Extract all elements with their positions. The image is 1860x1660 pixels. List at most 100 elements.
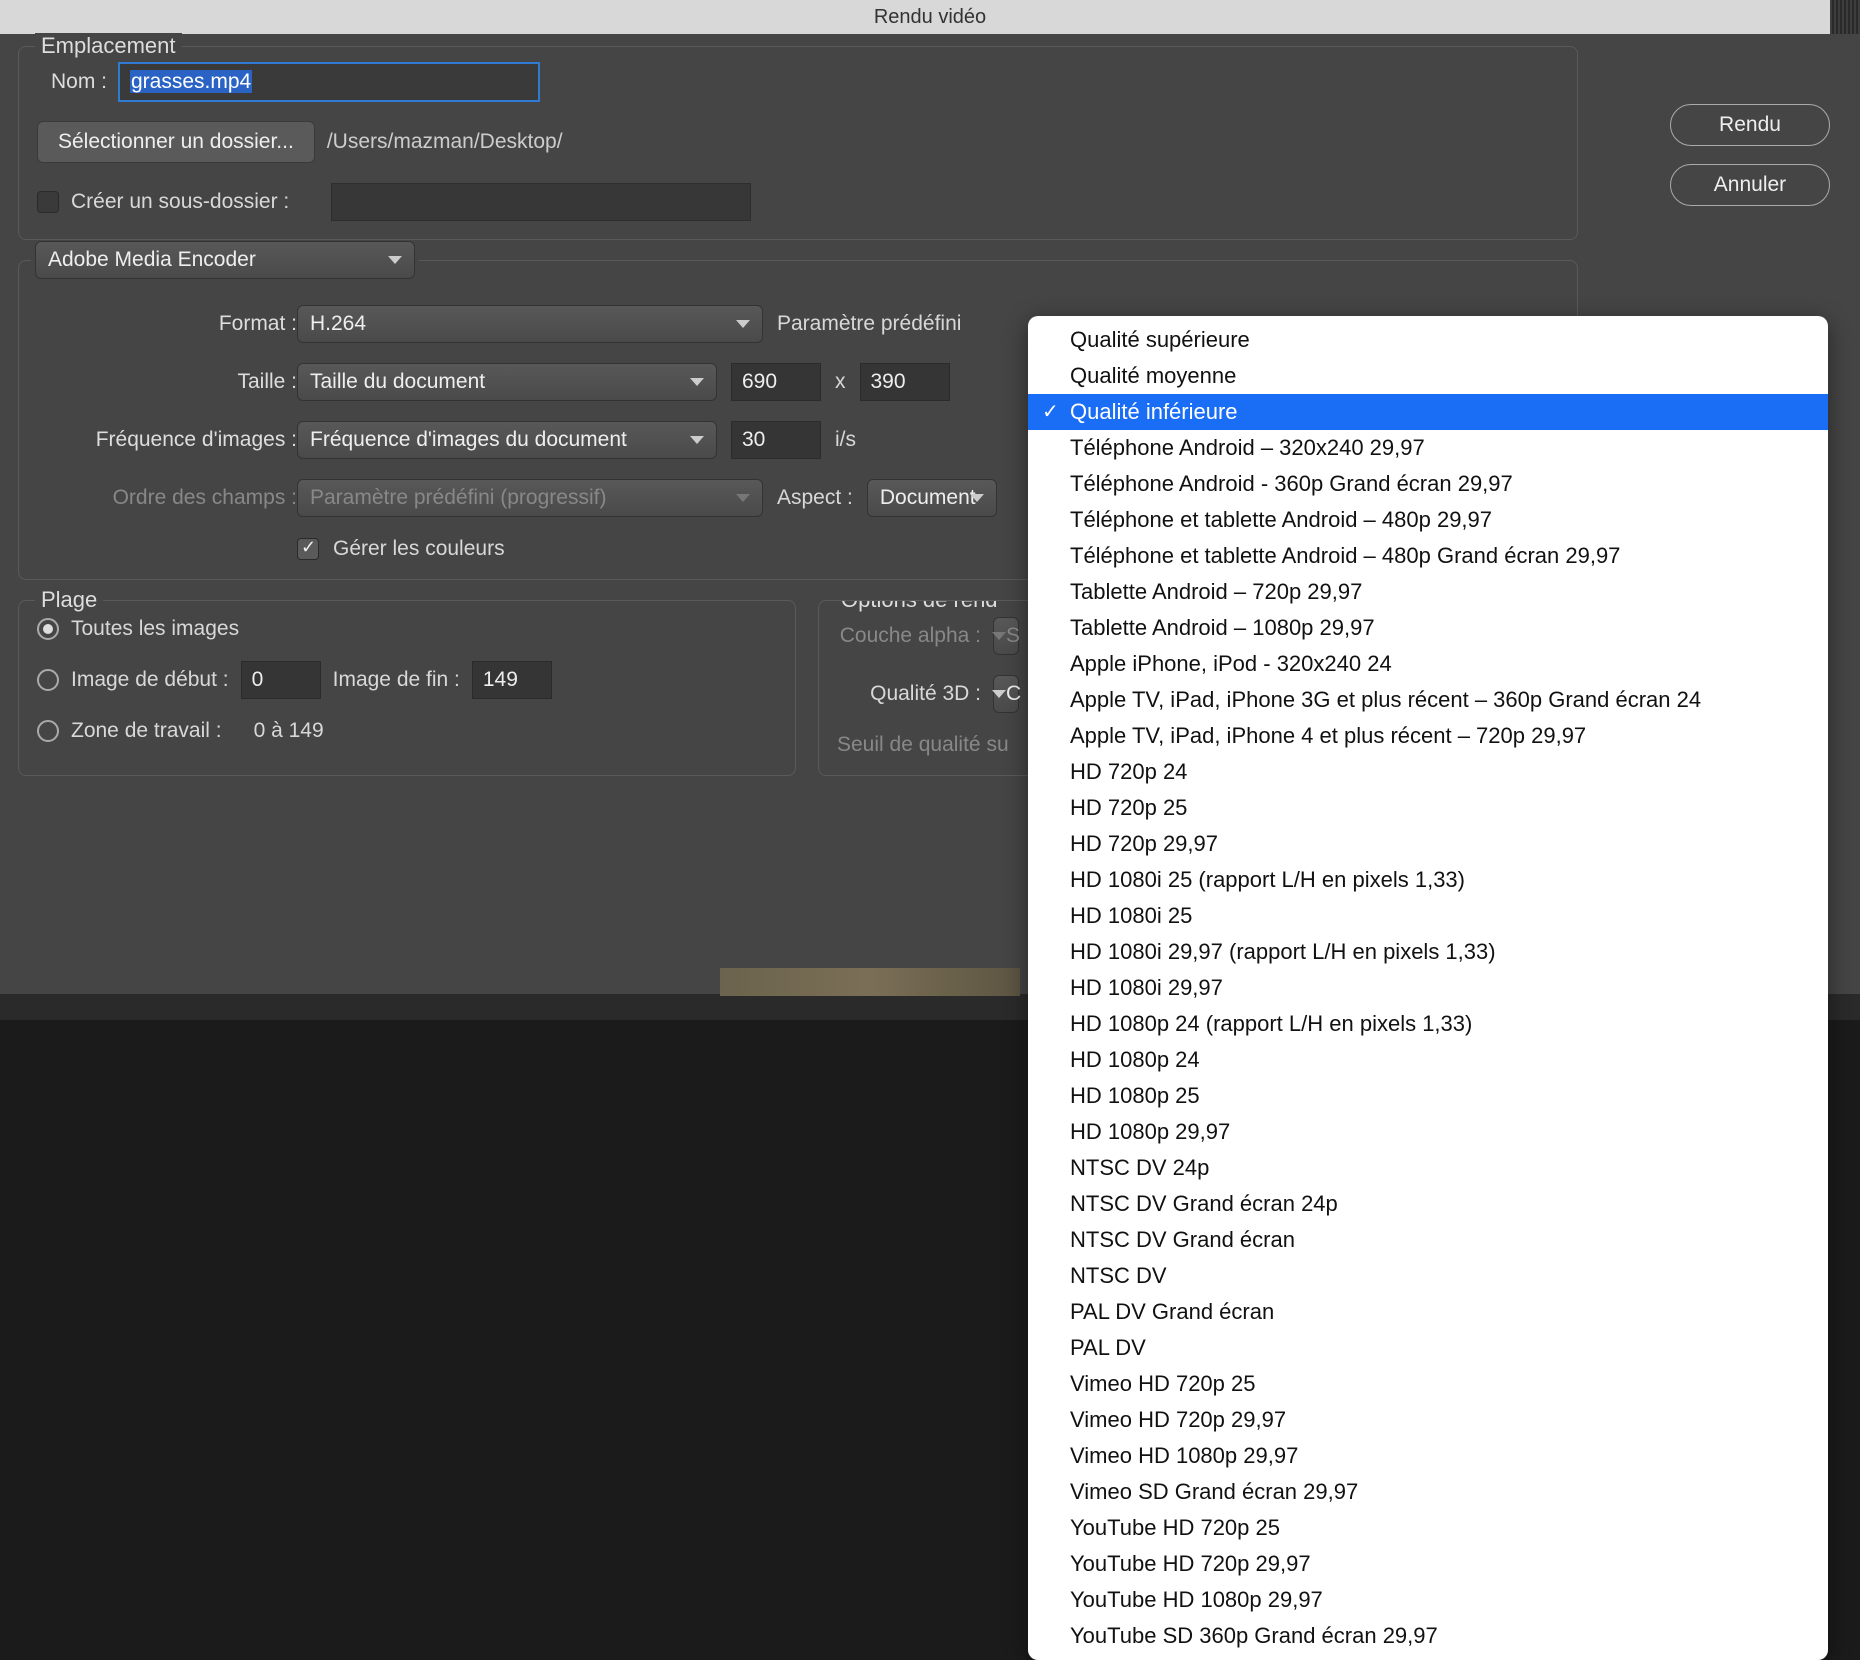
preset-option-label: Vimeo SD Grand écran 29,97 — [1070, 1476, 1358, 1508]
preset-option-label: PAL DV — [1070, 1332, 1146, 1364]
preset-option[interactable]: HD 1080p 25 — [1028, 1078, 1828, 1114]
format-label: Format : — [37, 312, 297, 336]
end-frame-label: Image de fin : — [333, 668, 460, 692]
preset-option[interactable]: Tablette Android – 1080p 29,97 — [1028, 610, 1828, 646]
fps-unit: i/s — [835, 428, 856, 452]
preset-option[interactable]: Vimeo HD 1080p 29,97 — [1028, 1438, 1828, 1474]
preset-option[interactable]: PAL DV Grand écran — [1028, 1294, 1828, 1330]
preset-option-label: YouTube HD 720p 29,97 — [1070, 1548, 1311, 1580]
preset-option-label: Qualité supérieure — [1070, 324, 1250, 356]
preset-option-label: Tablette Android – 1080p 29,97 — [1070, 612, 1375, 644]
preset-option-label: Téléphone et tablette Android – 480p 29,… — [1070, 504, 1492, 536]
preset-option[interactable]: HD 1080p 24 (rapport L/H en pixels 1,33) — [1028, 1006, 1828, 1042]
preset-option-label: Apple iPhone, iPod - 320x240 24 — [1070, 648, 1392, 680]
fieldorder-label: Ordre des champs : — [37, 486, 297, 510]
preset-option-label: YouTube HD 1080p 29,97 — [1070, 1584, 1323, 1616]
preset-option-label: Téléphone et tablette Android – 480p Gra… — [1070, 540, 1620, 572]
location-fieldset: Emplacement Nom : grasses.mp4 Sélectionn… — [18, 46, 1578, 240]
create-subfolder-checkbox[interactable] — [37, 191, 59, 213]
preset-option[interactable]: Apple iPhone, iPod - 320x240 24 — [1028, 646, 1828, 682]
format-select[interactable]: H.264 — [297, 305, 763, 343]
preset-option-label: Qualité inférieure — [1070, 396, 1238, 428]
preset-option[interactable]: NTSC DV Grand écran — [1028, 1222, 1828, 1258]
fieldorder-select: Paramètre prédéfini (progressif) — [297, 479, 763, 517]
range-legend: Plage — [35, 587, 103, 613]
background-image-strip — [720, 968, 1020, 996]
preset-option[interactable]: HD 720p 25 — [1028, 790, 1828, 826]
preset-option-label: YouTube SD 360p Grand écran 29,97 — [1070, 1620, 1438, 1652]
preset-option[interactable]: YouTube HD 720p 25 — [1028, 1510, 1828, 1546]
preset-option[interactable]: HD 1080i 29,97 (rapport L/H en pixels 1,… — [1028, 934, 1828, 970]
end-frame-input[interactable]: 149 — [472, 661, 552, 699]
preset-option-label: Apple TV, iPad, iPhone 4 et plus récent … — [1070, 720, 1586, 752]
preset-option[interactable]: YouTube HD 720p 29,97 — [1028, 1546, 1828, 1582]
start-frame-input[interactable]: 0 — [241, 661, 321, 699]
select-folder-button[interactable]: Sélectionner un dossier... — [37, 121, 315, 163]
threshold-label: Seuil de qualité su — [837, 733, 1009, 757]
height-input[interactable]: 390 — [860, 363, 950, 401]
preset-option[interactable]: Téléphone et tablette Android – 480p 29,… — [1028, 502, 1828, 538]
preset-option-label: HD 1080i 25 — [1070, 900, 1192, 932]
preset-option[interactable]: Vimeo SD Grand écran 29,97 — [1028, 1474, 1828, 1510]
preset-option[interactable]: HD 1080p 29,97 — [1028, 1114, 1828, 1150]
preset-option[interactable]: Qualité supérieure — [1028, 322, 1828, 358]
manage-colors-label: Gérer les couleurs — [333, 537, 505, 561]
preset-option[interactable]: NTSC DV 24p — [1028, 1150, 1828, 1186]
output-path: /Users/mazman/Desktop/ — [327, 130, 563, 154]
preset-option[interactable]: ✓Qualité inférieure — [1028, 394, 1828, 430]
aspect-label: Aspect : — [777, 486, 853, 510]
preset-option[interactable]: Téléphone Android – 320x240 29,97 — [1028, 430, 1828, 466]
preset-option[interactable]: Vimeo HD 720p 29,97 — [1028, 1402, 1828, 1438]
size-select[interactable]: Taille du document — [297, 363, 717, 401]
preset-option[interactable]: HD 1080p 24 — [1028, 1042, 1828, 1078]
preset-option-label: Téléphone Android – 320x240 29,97 — [1070, 432, 1425, 464]
preset-option-label: Tablette Android – 720p 29,97 — [1070, 576, 1362, 608]
preset-option[interactable]: Qualité moyenne — [1028, 358, 1828, 394]
window-edge-decoration — [1830, 0, 1860, 38]
preset-option[interactable]: Téléphone et tablette Android – 480p Gra… — [1028, 538, 1828, 574]
preset-option[interactable]: HD 1080i 29,97 — [1028, 970, 1828, 1006]
filename-input[interactable]: grasses.mp4 — [119, 63, 539, 101]
preset-option-label: YouTube HD 720p 25 — [1070, 1512, 1280, 1544]
preset-option[interactable]: NTSC DV — [1028, 1258, 1828, 1294]
preset-option-label: HD 1080i 29,97 (rapport L/H en pixels 1,… — [1070, 936, 1496, 968]
range-fieldset: Plage Toutes les images Image de début :… — [18, 600, 796, 776]
encoder-select[interactable]: Adobe Media Encoder — [35, 241, 415, 279]
render-options-legend: Options de rend — [835, 600, 1004, 613]
preset-option[interactable]: HD 720p 29,97 — [1028, 826, 1828, 862]
preset-option[interactable]: Apple TV, iPad, iPhone 3G et plus récent… — [1028, 682, 1828, 718]
manage-colors-checkbox[interactable] — [297, 538, 319, 560]
preset-option-label: HD 1080p 29,97 — [1070, 1116, 1230, 1148]
preset-option[interactable]: Apple TV, iPad, iPhone 4 et plus récent … — [1028, 718, 1828, 754]
preset-option[interactable]: NTSC DV Grand écran 24p — [1028, 1186, 1828, 1222]
preset-option[interactable]: YouTube HD 1080p 29,97 — [1028, 1582, 1828, 1618]
width-input[interactable]: 690 — [731, 363, 821, 401]
preset-option-label: Téléphone Android - 360p Grand écran 29,… — [1070, 468, 1513, 500]
all-frames-radio[interactable] — [37, 618, 59, 640]
fps-input[interactable]: 30 — [731, 421, 821, 459]
preset-option[interactable]: HD 1080i 25 — [1028, 898, 1828, 934]
quality3d-select[interactable]: C — [993, 675, 1019, 713]
preset-option[interactable]: HD 1080i 25 (rapport L/H en pixels 1,33) — [1028, 862, 1828, 898]
preset-option-label: HD 1080i 29,97 — [1070, 972, 1223, 1004]
preset-dropdown-menu[interactable]: Qualité supérieure Qualité moyenne✓Qualit… — [1028, 316, 1828, 1660]
workarea-radio[interactable] — [37, 720, 59, 742]
preset-option[interactable]: Tablette Android – 720p 29,97 — [1028, 574, 1828, 610]
preset-option[interactable]: Téléphone Android - 360p Grand écran 29,… — [1028, 466, 1828, 502]
preset-option[interactable]: YouTube SD 360p Grand écran 29,97 — [1028, 1618, 1828, 1654]
subfolder-input[interactable] — [331, 183, 751, 221]
preset-option-label: Qualité moyenne — [1070, 360, 1236, 392]
fps-select[interactable]: Fréquence d'images du document — [297, 421, 717, 459]
start-frame-radio[interactable] — [37, 669, 59, 691]
cancel-button[interactable]: Annuler — [1670, 164, 1830, 206]
preset-option[interactable]: Vimeo HD 720p 25 — [1028, 1366, 1828, 1402]
preset-option-label: HD 1080p 25 — [1070, 1080, 1200, 1112]
preset-option-label: HD 1080p 24 — [1070, 1044, 1200, 1076]
render-options-fieldset: Options de rend Couche alpha : S Qualité… — [818, 600, 1038, 776]
preset-option[interactable]: PAL DV — [1028, 1330, 1828, 1366]
preset-option[interactable]: HD 720p 24 — [1028, 754, 1828, 790]
workarea-value: 0 à 149 — [254, 719, 324, 743]
aspect-select[interactable]: Document — [867, 479, 997, 517]
render-button[interactable]: Rendu — [1670, 104, 1830, 146]
preset-label: Paramètre prédéfini — [777, 312, 961, 336]
